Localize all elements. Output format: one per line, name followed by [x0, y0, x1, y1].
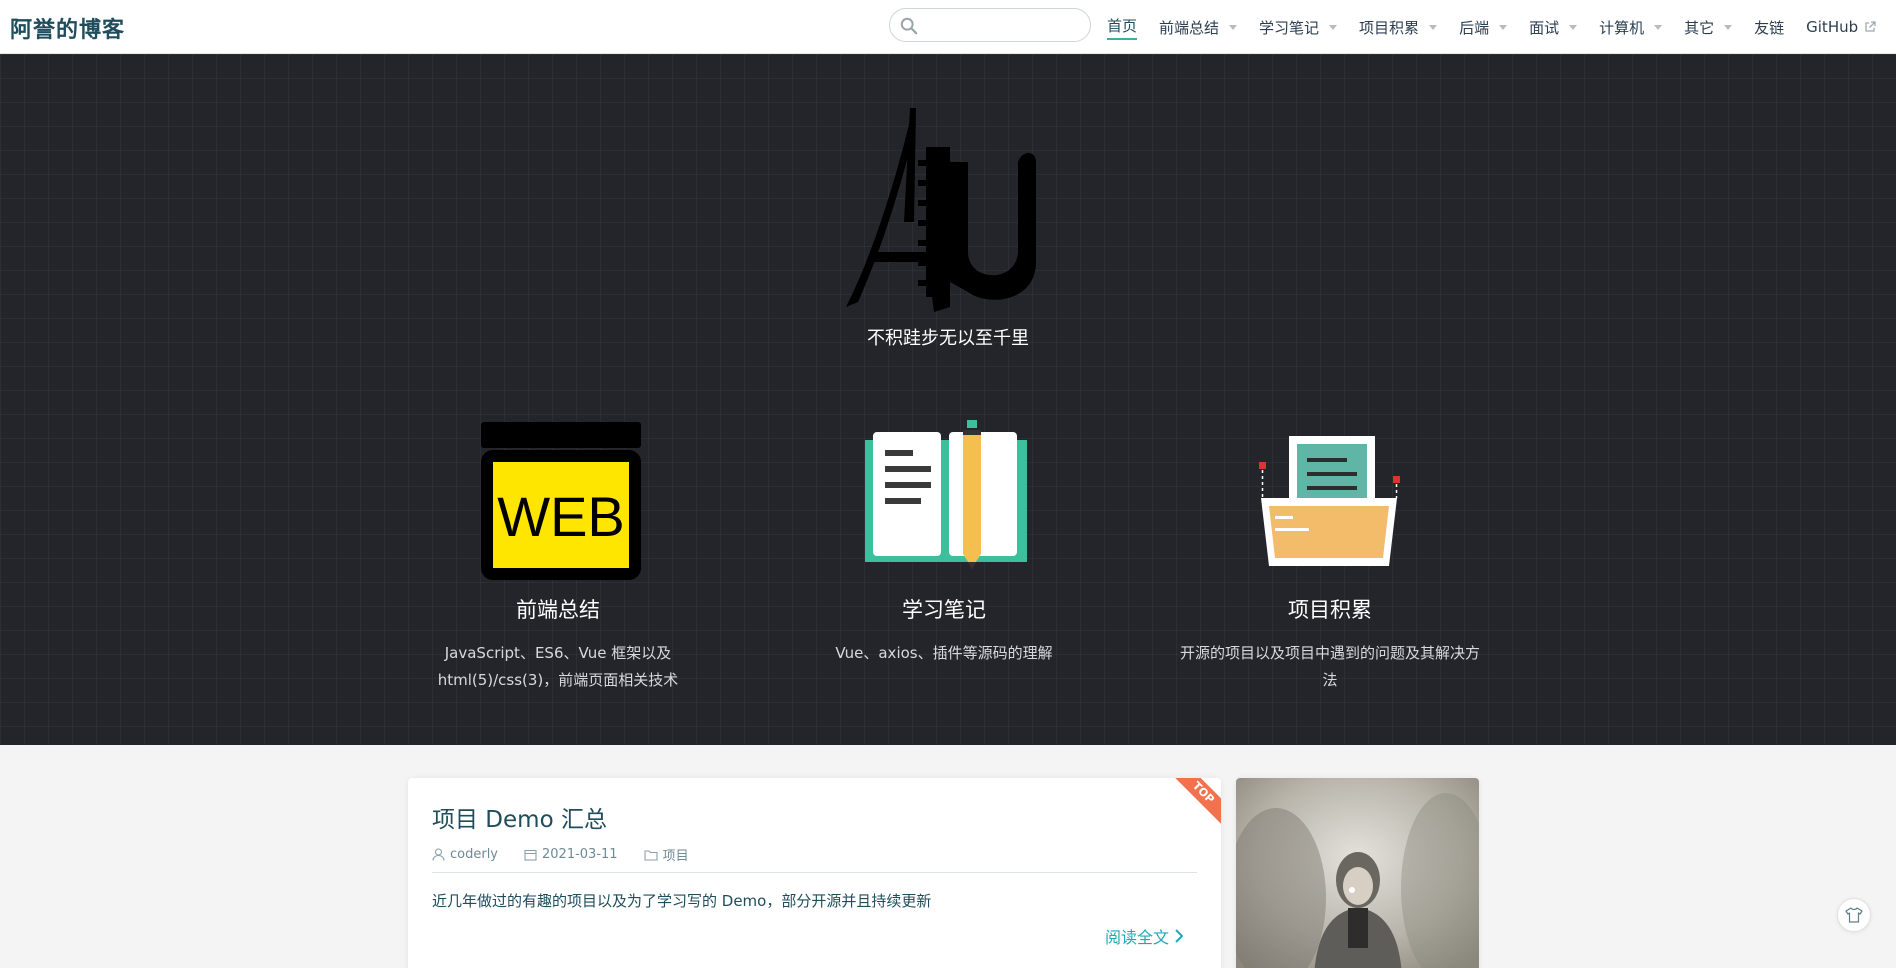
nav-friends[interactable]: 友链	[1754, 0, 1784, 54]
feature-description: Vue、axios、插件等源码的理解	[835, 644, 1053, 662]
book-icon	[865, 420, 1027, 570]
nav-label: 其它	[1684, 18, 1715, 37]
hero-tagline: 不积跬步无以至千里	[867, 328, 1029, 349]
nav-label: 学习笔记	[1259, 18, 1320, 37]
nav-home[interactable]: 首页	[1107, 0, 1138, 54]
feature-description: JavaScript、ES6、Vue 框架以及 html(5)/css(3)，前…	[437, 644, 679, 689]
external-link-icon	[1865, 21, 1876, 32]
nav-label: 项目积累	[1359, 18, 1420, 37]
navbar: 阿誉的博客 首页 前端总结 学习笔记 项目积累 后端 面试 计算机 其它 友链 …	[0, 0, 1896, 54]
author-name: coderly	[450, 847, 499, 862]
nav-label: 后端	[1459, 18, 1490, 37]
feature-description: 开源的项目以及项目中遇到的问题及其解决方法	[1179, 644, 1480, 689]
nav-label: 首页	[1107, 15, 1138, 40]
nav-label: 面试	[1529, 18, 1560, 37]
feature-title: 学习笔记	[902, 598, 986, 622]
nav-frontend[interactable]: 前端总结	[1159, 0, 1238, 54]
nav-label: GitHub	[1806, 18, 1859, 36]
nav-other[interactable]: 其它	[1684, 0, 1733, 54]
caret-down-icon	[1569, 24, 1578, 30]
shirt-icon	[1845, 907, 1863, 923]
post-card: TOP 项目 Demo 汇总 coderly 2021-03-11 项目 近几年…	[408, 778, 1221, 968]
feature-frontend[interactable]: WEB 前端总结 JavaScript、ES6、Vue 框架以及 html(5)…	[393, 416, 723, 694]
folder-outline-icon	[644, 849, 658, 861]
chevron-right-icon	[1175, 929, 1183, 943]
top-badge: TOP	[1168, 778, 1221, 828]
nav-notes[interactable]: 学习笔记	[1259, 0, 1338, 54]
nav-projects[interactable]: 项目积累	[1359, 0, 1438, 54]
caret-down-icon	[1229, 24, 1238, 30]
search-icon	[900, 17, 918, 35]
web-icon: WEB	[481, 422, 641, 580]
nav-backend[interactable]: 后端	[1459, 0, 1508, 54]
theme-toggle-button[interactable]	[1837, 898, 1871, 932]
caret-down-icon	[1429, 24, 1438, 30]
post-category[interactable]: 项目	[644, 845, 689, 864]
nav-label: 计算机	[1599, 18, 1645, 37]
category-text: 项目	[662, 849, 689, 864]
au-logo-icon	[846, 108, 1036, 312]
nav-interview[interactable]: 面试	[1529, 0, 1578, 54]
nav-links: 首页 前端总结 学习笔记 项目积累 后端 面试 计算机 其它 友链 GitHub	[1107, 0, 1896, 54]
caret-down-icon	[1329, 24, 1338, 30]
author-avatar-image	[1236, 778, 1479, 968]
feature-projects[interactable]: 项目积累 开源的项目以及项目中遇到的问题及其解决方法	[1165, 416, 1495, 694]
search-input[interactable]	[924, 15, 1084, 37]
nav-github[interactable]: GitHub	[1806, 0, 1876, 54]
post-meta: coderly 2021-03-11 项目	[432, 845, 1197, 873]
nav-label: 友链	[1754, 18, 1785, 37]
feature-notes[interactable]: 学习笔记 Vue、axios、插件等源码的理解	[779, 416, 1109, 667]
post-date: 2021-03-11	[524, 845, 618, 864]
author-avatar-card	[1236, 778, 1479, 968]
calendar-icon	[524, 849, 537, 861]
hero-banner: 不积跬步无以至千里 WEB 前端总结 JavaScript、ES6、Vue 框架…	[0, 54, 1896, 745]
date-text: 2021-03-11	[542, 847, 618, 862]
user-icon	[432, 848, 445, 861]
caret-down-icon	[1654, 24, 1663, 30]
folder-icon	[1259, 436, 1400, 566]
site-brand[interactable]: 阿誉的博客	[10, 12, 125, 44]
post-author[interactable]: coderly	[432, 845, 498, 864]
nav-computer[interactable]: 计算机	[1599, 0, 1663, 54]
read-more-link[interactable]: 阅读全文	[1105, 924, 1183, 948]
read-more-label: 阅读全文	[1104, 928, 1169, 947]
post-excerpt: 近几年做过的有趣的项目以及为了学习写的 Demo，部分开源并且持续更新	[432, 892, 932, 910]
nav-label: 前端总结	[1159, 18, 1220, 37]
feature-title: 项目积累	[1288, 598, 1372, 622]
feature-title: 前端总结	[516, 598, 600, 622]
search-box	[889, 8, 1091, 42]
caret-down-icon	[1499, 24, 1508, 30]
web-icon-text: WEB	[497, 485, 625, 548]
caret-down-icon	[1724, 24, 1733, 30]
post-title[interactable]: 项目 Demo 汇总	[432, 800, 607, 834]
